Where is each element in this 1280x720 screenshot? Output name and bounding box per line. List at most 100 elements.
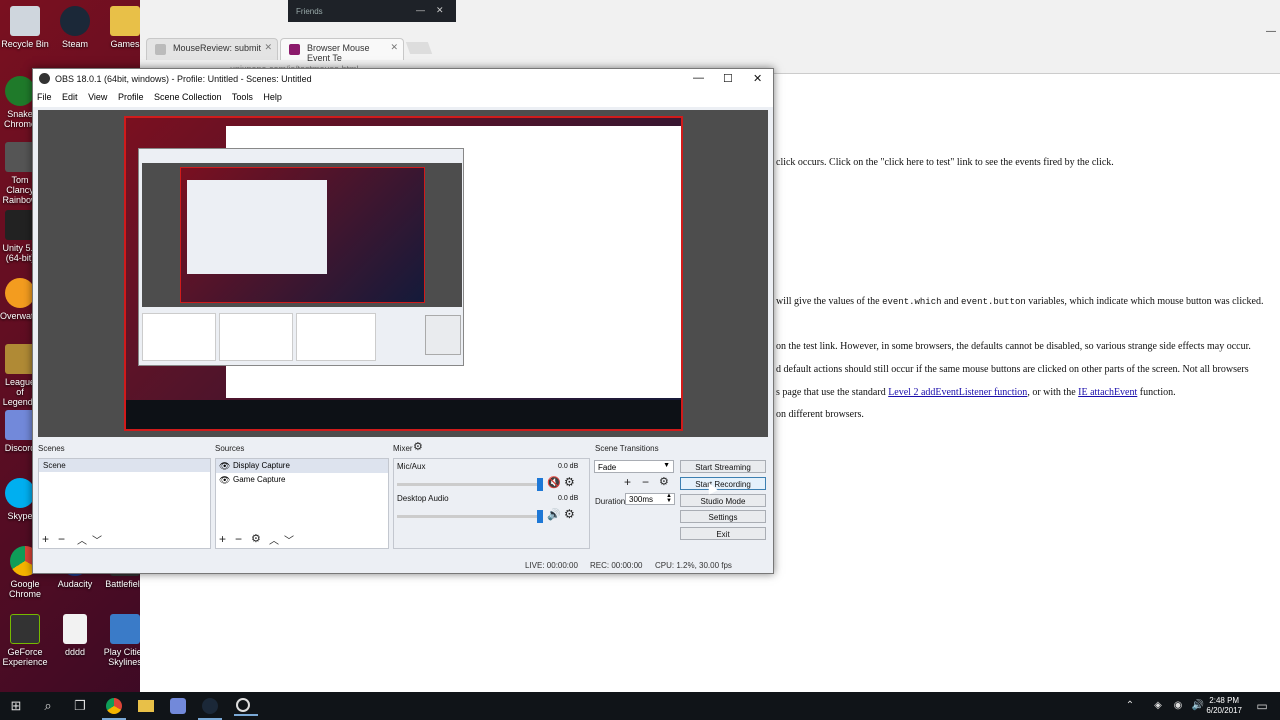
settings-button[interactable]: Settings [680, 510, 766, 523]
recycle-bin-icon [10, 6, 40, 36]
wifi-icon[interactable]: ◉ [1170, 698, 1186, 714]
preview-area[interactable] [38, 110, 768, 437]
menu-edit[interactable]: Edit [62, 92, 78, 102]
channel-settings-gear-icon[interactable]: ⚙ [564, 507, 575, 521]
scenes-title: Scenes [38, 444, 65, 453]
minimize-icon[interactable]: — [693, 72, 704, 84]
mixer-channel-name: Mic/Aux [397, 462, 426, 471]
menu-profile[interactable]: Profile [118, 92, 144, 102]
obs-titlebar: OBS 18.0.1 (64bit, windows) - Profile: U… [33, 69, 773, 89]
studio-mode-button[interactable]: Studio Mode [680, 494, 766, 507]
obs-taskbar-icon[interactable] [234, 698, 258, 716]
snake-game-icon [5, 76, 35, 106]
close-icon[interactable]: ✕ [264, 42, 272, 53]
window-restore-icon[interactable]: — [1266, 26, 1276, 37]
file-explorer-icon[interactable] [138, 700, 154, 712]
close-icon[interactable]: ✕ [753, 72, 762, 85]
taskbar: ⊞ ⌕ ❐ ⌃ ◈ ◉ 🔊 2:48 PM 6/20/2017 ▭ [0, 692, 1280, 720]
menu-tools[interactable]: Tools [232, 92, 253, 102]
unity-icon [5, 210, 35, 240]
move-up-icon[interactable]: ︿ [77, 532, 87, 547]
add-transition-icon[interactable]: + [624, 475, 631, 489]
transition-settings-gear-icon[interactable]: ⚙ [659, 475, 669, 488]
maximize-icon[interactable]: ☐ [723, 72, 733, 85]
new-tab-button[interactable] [405, 42, 433, 54]
game-icon [5, 142, 35, 172]
source-settings-gear-icon[interactable]: ⚙ [251, 532, 261, 545]
volume-slider-handle[interactable] [537, 510, 543, 523]
paragraph-2: will give the values of the event.which … [776, 296, 1264, 307]
paragraph-3: on the test link. However, in some brows… [776, 341, 1251, 352]
scene-item[interactable]: Scene [39, 459, 210, 472]
close-icon[interactable]: ✕ [390, 42, 398, 53]
steam-taskbar-icon[interactable] [198, 698, 222, 720]
visibility-eye-icon[interactable]: 👁 [219, 461, 230, 472]
exit-button[interactable]: Exit [680, 527, 766, 540]
desktop-icon-recycle-bin[interactable]: Recycle Bin [0, 6, 50, 49]
cities-skylines-icon [110, 614, 140, 644]
menu-help[interactable]: Help [263, 92, 282, 102]
action-center-icon[interactable]: ▭ [1254, 698, 1270, 714]
mixer-settings-gear-icon[interactable]: ⚙ [413, 440, 423, 453]
skype-icon [5, 478, 35, 508]
scene-transitions-title: Scene Transitions [595, 444, 659, 453]
move-down-icon[interactable]: ﹀ [284, 532, 294, 547]
search-icon[interactable]: ⌕ [40, 698, 56, 714]
overwatch-icon [5, 278, 35, 308]
windows-start-icon[interactable]: ⊞ [8, 698, 24, 714]
desktop-icon-steam[interactable]: Steam [50, 6, 100, 49]
add-source-icon[interactable]: + [219, 532, 226, 546]
speaker-icon[interactable]: 🔊 [547, 508, 561, 521]
menu-view[interactable]: View [88, 92, 107, 102]
mirror-preview [142, 163, 462, 307]
remove-transition-icon[interactable]: − [642, 475, 649, 489]
friends-window[interactable]: Friends — ✕ [288, 0, 456, 22]
page-icon [289, 44, 300, 55]
minimize-icon[interactable]: — [416, 5, 425, 15]
paragraph-1: click occurs. Click on the "click here t… [776, 157, 1114, 168]
source-item-game-capture[interactable]: 👁 Game Capture [216, 473, 388, 487]
cpu-status: CPU: 1.2%, 30.00 fps [655, 561, 732, 570]
volume-icon[interactable]: 🔊 [1190, 698, 1206, 714]
menu-scene-collection[interactable]: Scene Collection [154, 92, 222, 102]
source-item-display-capture[interactable]: 👁 Display Capture [216, 459, 388, 473]
menu-file[interactable]: File [37, 92, 52, 102]
clock[interactable]: 2:48 PM 6/20/2017 [1206, 696, 1242, 716]
mirror-obs [138, 148, 464, 366]
volume-slider-track[interactable] [397, 483, 537, 486]
move-down-icon[interactable]: ﹀ [92, 532, 102, 547]
desktop-icon-geforce[interactable]: GeForce Experience [0, 614, 50, 667]
level2-addeventlistener-link[interactable]: Level 2 addEventListener function [888, 387, 1027, 398]
move-up-icon[interactable]: ︿ [269, 532, 279, 547]
discord-taskbar-icon[interactable] [170, 698, 186, 714]
volume-slider-handle[interactable] [537, 478, 543, 491]
notifications-arrow-icon[interactable]: ⌃ [1122, 698, 1138, 714]
muted-speaker-icon[interactable]: 🔇 [547, 476, 561, 489]
volume-slider-track[interactable] [397, 515, 537, 518]
network-icon[interactable]: ◈ [1150, 698, 1166, 714]
chrome-taskbar-icon[interactable] [102, 698, 126, 720]
start-streaming-button[interactable]: Start Streaming [680, 460, 766, 473]
remove-source-icon[interactable]: − [235, 532, 242, 546]
mixer-panel: Mic/Aux 0.0 dB 🔇 ⚙ Desktop Audio 0.0 dB … [393, 458, 590, 549]
tab-mousereview[interactable]: MouseReview: submit ✕ [146, 38, 278, 60]
close-icon[interactable]: ✕ [436, 5, 444, 16]
duration-input[interactable]: 300ms ▲ ▼ [625, 493, 675, 505]
tab-browser-mouse-event[interactable]: Browser Mouse Event Te ✕ [280, 38, 404, 63]
preview-canvas[interactable] [124, 116, 683, 431]
desktop-icon-dddd[interactable]: dddd [50, 614, 100, 657]
sources-title: Sources [215, 444, 245, 453]
add-scene-icon[interactable]: + [42, 532, 49, 546]
rec-status: REC: 00:00:00 [590, 561, 643, 570]
spinner-arrows-icon[interactable]: ▲ ▼ [666, 493, 672, 504]
mirror-scenes [142, 313, 216, 361]
channel-settings-gear-icon[interactable]: ⚙ [564, 475, 575, 489]
mirror-mixer [296, 313, 376, 361]
visibility-eye-icon[interactable]: 👁 [219, 475, 230, 486]
start-recording-button[interactable]: Start Recording [680, 477, 766, 490]
ie-attachevent-link[interactable]: IE attachEvent [1078, 387, 1137, 398]
task-view-icon[interactable]: ❐ [72, 698, 88, 714]
remove-scene-icon[interactable]: − [58, 532, 65, 546]
transition-select[interactable]: Fade ▼ [594, 460, 674, 473]
league-icon [5, 344, 35, 374]
